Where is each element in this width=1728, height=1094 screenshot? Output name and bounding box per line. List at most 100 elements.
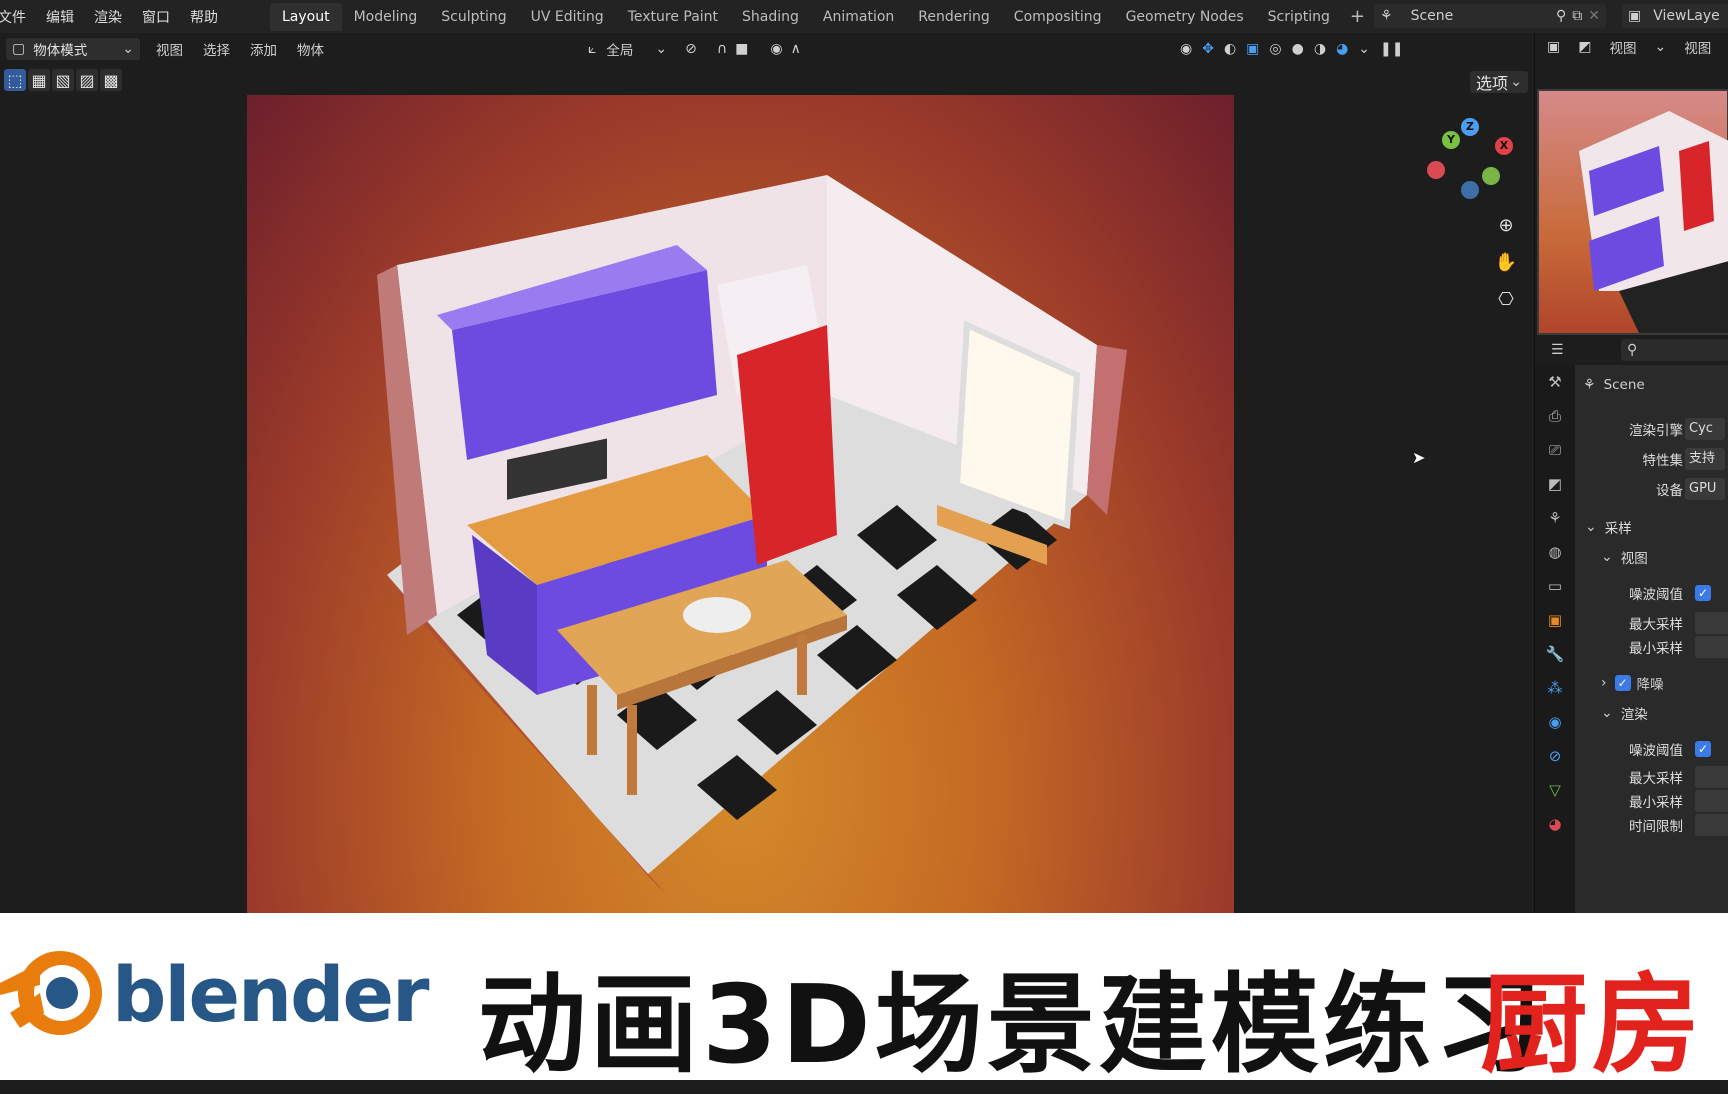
tab-sculpting[interactable]: Sculpting bbox=[429, 3, 518, 31]
select-extend-icon[interactable]: ▦ bbox=[28, 69, 50, 91]
render-noise-threshold-checkbox[interactable]: ✓ bbox=[1695, 741, 1711, 757]
properties-editor-icon[interactable]: ☰ bbox=[1551, 342, 1564, 358]
collection-tab-icon[interactable]: ▭ bbox=[1535, 569, 1575, 603]
3d-viewport[interactable]: ⬚ ▦ ▧ ▨ ▩ 选项 ⌄ Z Y X ⊕ ✋ ⎔ ➤ bbox=[0, 65, 1534, 913]
mode-dropdown[interactable]: ▢ 物体模式 ⌄ bbox=[6, 38, 140, 60]
menu-select[interactable]: 选择 bbox=[203, 39, 230, 59]
view-layer-selector[interactable]: ▣ ViewLaye bbox=[1622, 4, 1728, 28]
select-intersect-icon[interactable]: ▩ bbox=[100, 69, 122, 91]
output-tab-icon[interactable]: ⎚ bbox=[1535, 433, 1575, 467]
camera-view-icon[interactable]: ⎔ bbox=[1492, 286, 1520, 314]
physics-tab-icon[interactable]: ◉ bbox=[1535, 705, 1575, 739]
editor-type-icon[interactable]: ▣ bbox=[1547, 39, 1560, 55]
tab-texture-paint[interactable]: Texture Paint bbox=[616, 3, 730, 31]
visibility-icon[interactable]: ◉ bbox=[1180, 41, 1192, 57]
gizmo-neg-x-dot[interactable] bbox=[1427, 161, 1445, 179]
close-icon[interactable]: ✕ bbox=[1588, 8, 1600, 24]
tool-tab-icon[interactable]: ⚒ bbox=[1535, 365, 1575, 399]
tab-layout[interactable]: Layout bbox=[270, 2, 342, 31]
snap-target-icon[interactable]: ■ bbox=[735, 41, 748, 57]
tab-scripting[interactable]: Scripting bbox=[1256, 3, 1342, 31]
pivot-icon[interactable]: ⊘ bbox=[685, 41, 697, 57]
preview-view-menu-2[interactable]: 视图 bbox=[1684, 37, 1711, 57]
feature-set-dropdown[interactable]: 支持 bbox=[1685, 448, 1725, 470]
world-tab-icon[interactable]: ◍ bbox=[1535, 535, 1575, 569]
select-invert-icon[interactable]: ▨ bbox=[76, 69, 98, 91]
context-label: Scene bbox=[1603, 377, 1645, 393]
constraints-tab-icon[interactable]: ⊘ bbox=[1535, 739, 1575, 773]
preview-view-menu[interactable]: 视图 bbox=[1609, 37, 1636, 57]
proportional-edit-icon[interactable]: ◉ bbox=[770, 41, 782, 57]
tab-animation[interactable]: Animation bbox=[811, 3, 906, 31]
tab-modeling[interactable]: Modeling bbox=[342, 3, 430, 31]
pan-hand-icon[interactable]: ✋ bbox=[1492, 249, 1520, 277]
menu-render[interactable]: 渲染 bbox=[94, 7, 122, 27]
select-subtract-icon[interactable]: ▧ bbox=[52, 69, 74, 91]
tab-uv-editing[interactable]: UV Editing bbox=[519, 3, 616, 31]
chevron-down-icon: ⌄ bbox=[1510, 74, 1522, 90]
tab-shading[interactable]: Shading bbox=[730, 3, 811, 31]
pin-icon[interactable]: ⚲ bbox=[1556, 8, 1566, 24]
max-samples-field[interactable] bbox=[1695, 612, 1728, 634]
menu-add[interactable]: 添加 bbox=[250, 39, 277, 59]
object-tab-icon[interactable]: ▣ bbox=[1535, 603, 1575, 637]
render-tab-icon[interactable]: ⎙ bbox=[1535, 399, 1575, 433]
gizmo-neg-z-dot[interactable] bbox=[1461, 181, 1479, 199]
rendered-shading-icon[interactable]: ◕ bbox=[1336, 41, 1348, 57]
tab-rendering[interactable]: Rendering bbox=[906, 3, 1002, 31]
gizmo-neg-y-dot[interactable] bbox=[1482, 167, 1500, 185]
chevron-down-icon[interactable]: ⌄ bbox=[1358, 41, 1370, 57]
menu-window[interactable]: 窗口 bbox=[142, 7, 170, 27]
view-layer-tab-icon[interactable]: ◩ bbox=[1535, 467, 1575, 501]
gizmo-icon[interactable]: ✥ bbox=[1202, 41, 1214, 57]
denoise-checkbox[interactable]: ✓ bbox=[1614, 675, 1631, 691]
menu-object[interactable]: 物体 bbox=[297, 39, 324, 59]
image-icon[interactable]: ◩ bbox=[1578, 39, 1591, 55]
render-max-samples-field[interactable] bbox=[1695, 766, 1728, 788]
scene-selector[interactable]: ⚘ Scene ⚲ ⧉ ✕ bbox=[1374, 4, 1606, 28]
min-samples-field[interactable] bbox=[1695, 636, 1728, 658]
new-scene-icon[interactable]: ⧉ bbox=[1572, 8, 1582, 24]
menu-edit[interactable]: 编辑 bbox=[46, 7, 74, 27]
zoom-icon[interactable]: ⊕ bbox=[1492, 212, 1520, 240]
options-dropdown[interactable]: 选项 ⌄ bbox=[1470, 71, 1528, 93]
particles-tab-icon[interactable]: ⁂ bbox=[1535, 671, 1575, 705]
material-shading-icon[interactable]: ◑ bbox=[1314, 41, 1326, 57]
gizmo-x-axis[interactable]: X bbox=[1495, 137, 1513, 155]
tab-compositing[interactable]: Compositing bbox=[1002, 3, 1114, 31]
sampling-section[interactable]: ⌄ 采样 bbox=[1575, 515, 1728, 539]
properties-search-input[interactable]: ⚲ bbox=[1621, 339, 1728, 361]
render-min-samples-field[interactable] bbox=[1695, 790, 1728, 812]
select-box-icon[interactable]: ⬚ bbox=[4, 69, 26, 91]
wireframe-shading-icon[interactable]: ◎ bbox=[1269, 41, 1281, 57]
overlay-icon[interactable]: ◐ bbox=[1224, 41, 1236, 57]
scene-tab-icon[interactable]: ⚘ bbox=[1535, 501, 1575, 535]
view-layer-name: ViewLaye bbox=[1653, 8, 1720, 24]
time-limit-field[interactable] bbox=[1695, 814, 1728, 836]
viewport-subsection[interactable]: ⌄ 视图 bbox=[1575, 545, 1728, 569]
modifier-tab-icon[interactable]: 🔧 bbox=[1535, 637, 1575, 671]
orientation-label[interactable]: 全局 bbox=[606, 39, 633, 59]
menu-view[interactable]: 视图 bbox=[156, 39, 183, 59]
gizmo-y-axis[interactable]: Y bbox=[1442, 131, 1460, 149]
solid-shading-icon[interactable]: ● bbox=[1292, 41, 1304, 57]
falloff-icon[interactable]: ∧ bbox=[791, 41, 801, 57]
noise-threshold-checkbox[interactable]: ✓ bbox=[1695, 585, 1711, 601]
snap-icon[interactable]: ∩ bbox=[717, 41, 727, 57]
material-tab-icon[interactable]: ◕ bbox=[1535, 807, 1575, 841]
denoise-row[interactable]: › ✓ 降噪 bbox=[1575, 671, 1728, 695]
add-workspace-icon[interactable]: + bbox=[1342, 6, 1373, 27]
feature-set-row: 特性集 支持 bbox=[1575, 447, 1728, 471]
menu-help[interactable]: 帮助 bbox=[190, 7, 218, 27]
render-engine-dropdown[interactable]: Cyc bbox=[1685, 418, 1725, 440]
render-subsection[interactable]: ⌄ 渲染 bbox=[1575, 701, 1728, 725]
gizmo-z-axis[interactable]: Z bbox=[1461, 118, 1479, 136]
chevron-down-icon[interactable]: ⌄ bbox=[1654, 39, 1666, 55]
chevron-down-icon[interactable]: ⌄ bbox=[655, 41, 667, 57]
menu-file[interactable]: 文件 bbox=[0, 7, 26, 27]
pause-icon[interactable]: ❚❚ bbox=[1380, 41, 1403, 57]
device-dropdown[interactable]: GPU bbox=[1685, 478, 1725, 500]
tab-geometry-nodes[interactable]: Geometry Nodes bbox=[1114, 3, 1256, 31]
xray-icon[interactable]: ▣ bbox=[1246, 41, 1259, 57]
data-tab-icon[interactable]: ▽ bbox=[1535, 773, 1575, 807]
